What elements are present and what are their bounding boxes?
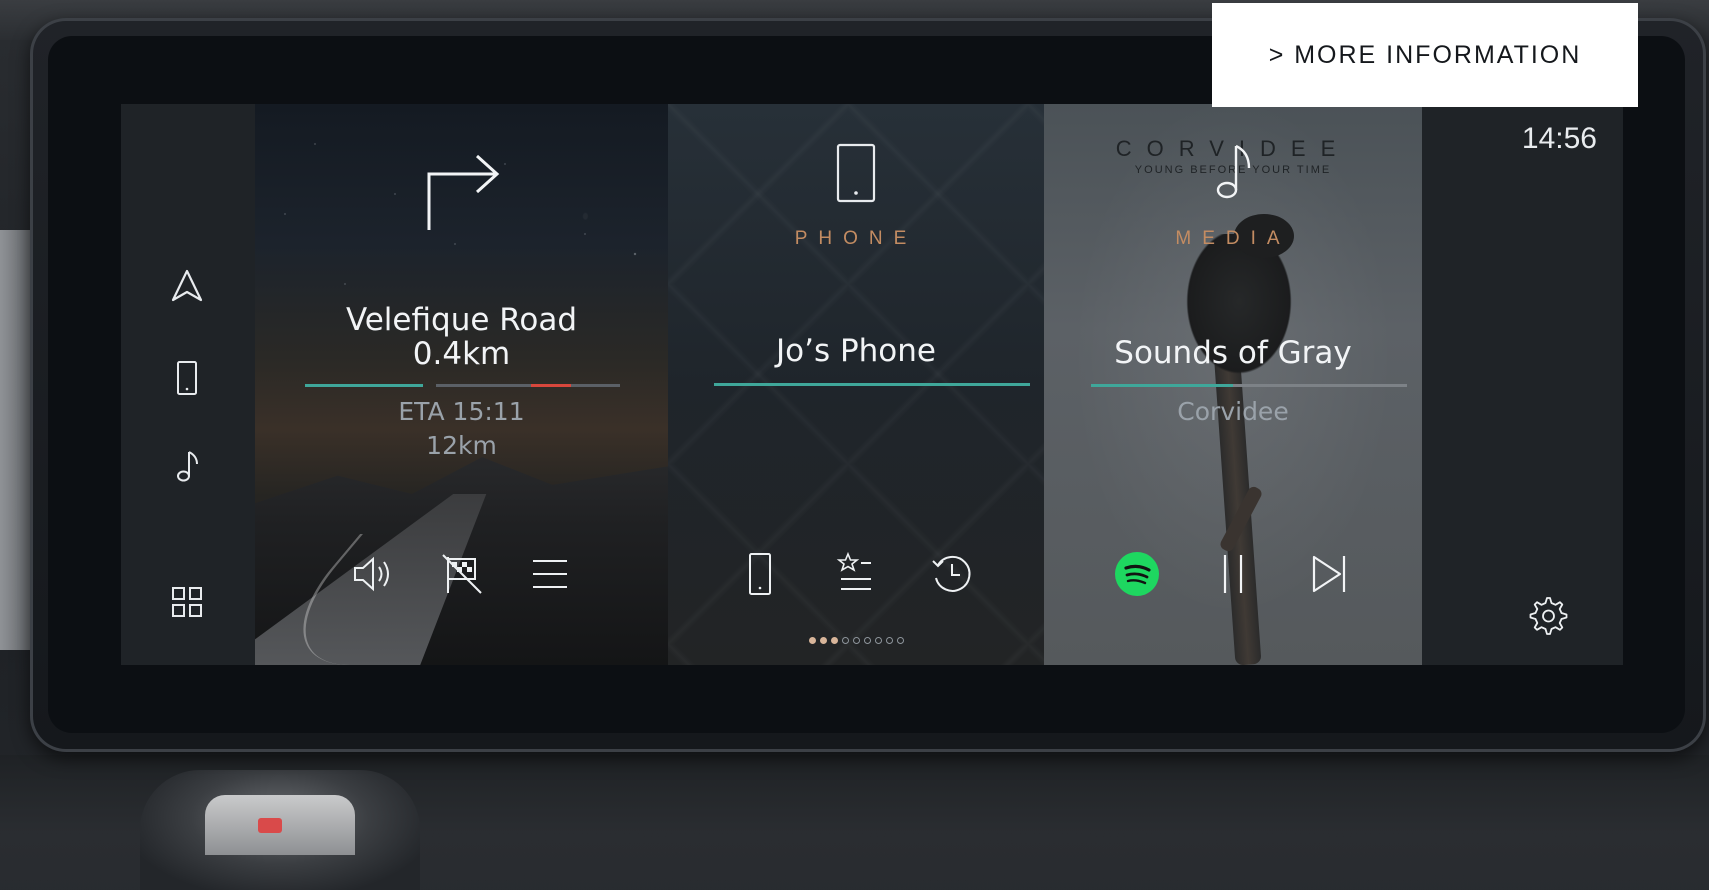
connected-device-name: Jo’s Phone (776, 333, 936, 369)
pause-button[interactable] (1210, 551, 1256, 597)
page-dot[interactable] (874, 637, 882, 644)
phone-icon (836, 143, 876, 203)
cancel-route-icon (441, 554, 482, 594)
remaining-distance: 12km (426, 431, 497, 460)
infotainment-display: Velefique Road 0.4km ETA 15:11 12km PHON… (121, 104, 1623, 665)
phone-controls (668, 544, 1044, 604)
phone-panel[interactable]: PHONE Jo’s Phone (668, 104, 1044, 665)
recents-icon (932, 555, 971, 592)
page-dot[interactable] (896, 637, 904, 644)
skip-next-icon (1312, 555, 1346, 593)
volume-button[interactable] (351, 551, 397, 597)
music-note-icon (177, 451, 198, 482)
music-note-icon (1216, 144, 1251, 199)
settings-button[interactable] (1525, 594, 1569, 638)
traffic-delay-marker (531, 384, 571, 387)
spotify-source-button[interactable] (1114, 551, 1160, 597)
gear-selector-indicator (258, 818, 282, 833)
turn-distance: 0.4km (412, 336, 511, 372)
clock: 14:56 (1521, 122, 1597, 155)
media-panel[interactable]: CORVIDEE YOUNG BEFORE YOUR TIME MEDIA So… (1044, 104, 1422, 665)
page-dot[interactable] (830, 637, 838, 644)
page-dot[interactable] (863, 637, 871, 644)
phone-divider (714, 383, 1030, 386)
track-artist: Corvidee (1177, 397, 1289, 426)
menu-icon (532, 560, 567, 588)
turn-right-icon (427, 154, 499, 230)
page-dot[interactable] (885, 637, 893, 644)
navigation-panel[interactable]: Velefique Road 0.4km ETA 15:11 12km (255, 104, 668, 665)
eta-label: ETA 15:11 (398, 397, 525, 426)
page-dot[interactable] (852, 637, 860, 644)
sidebar-item-media[interactable] (165, 444, 209, 488)
navigation-controls (255, 544, 668, 604)
cancel-route-button[interactable] (439, 551, 485, 597)
status-column: 14:56 (1422, 104, 1623, 665)
favourites-icon (836, 551, 871, 590)
phone-section-label: PHONE (794, 228, 918, 249)
page-indicator[interactable] (668, 637, 1044, 644)
media-controls (1044, 544, 1422, 604)
navigation-arrow-icon (171, 269, 203, 302)
phone-icon (177, 361, 197, 395)
track-title: Sounds of Gray (1114, 335, 1352, 371)
phone-keypad-icon (749, 553, 771, 595)
phone-keypad-button[interactable] (737, 551, 783, 597)
favourites-button[interactable] (833, 551, 879, 597)
page-dot[interactable] (841, 637, 849, 644)
left-sidebar (121, 104, 255, 665)
gear-icon (1529, 597, 1568, 635)
app-grid-icon (172, 587, 202, 617)
volume-icon (353, 556, 389, 592)
more-information-button[interactable]: > MORE INFORMATION (1212, 3, 1638, 107)
route-menu-button[interactable] (527, 551, 573, 597)
media-section-label: MEDIA (1175, 228, 1291, 249)
recents-button[interactable] (929, 551, 975, 597)
track-progress-fill (1091, 384, 1233, 387)
page-dot[interactable] (819, 637, 827, 644)
sidebar-item-phone[interactable] (165, 356, 209, 400)
spotify-icon (1115, 552, 1159, 596)
route-progress-fill (305, 384, 423, 387)
route-progress-track (436, 384, 620, 387)
car-interior-scene: Velefique Road 0.4km ETA 15:11 12km PHON… (0, 0, 1709, 890)
sidebar-item-navigation[interactable] (165, 264, 209, 308)
street-name: Velefique Road (345, 302, 578, 338)
sidebar-item-apps[interactable] (165, 580, 209, 624)
skip-next-button[interactable] (1306, 551, 1352, 597)
pause-icon (1223, 555, 1243, 593)
page-dot[interactable] (808, 637, 816, 644)
